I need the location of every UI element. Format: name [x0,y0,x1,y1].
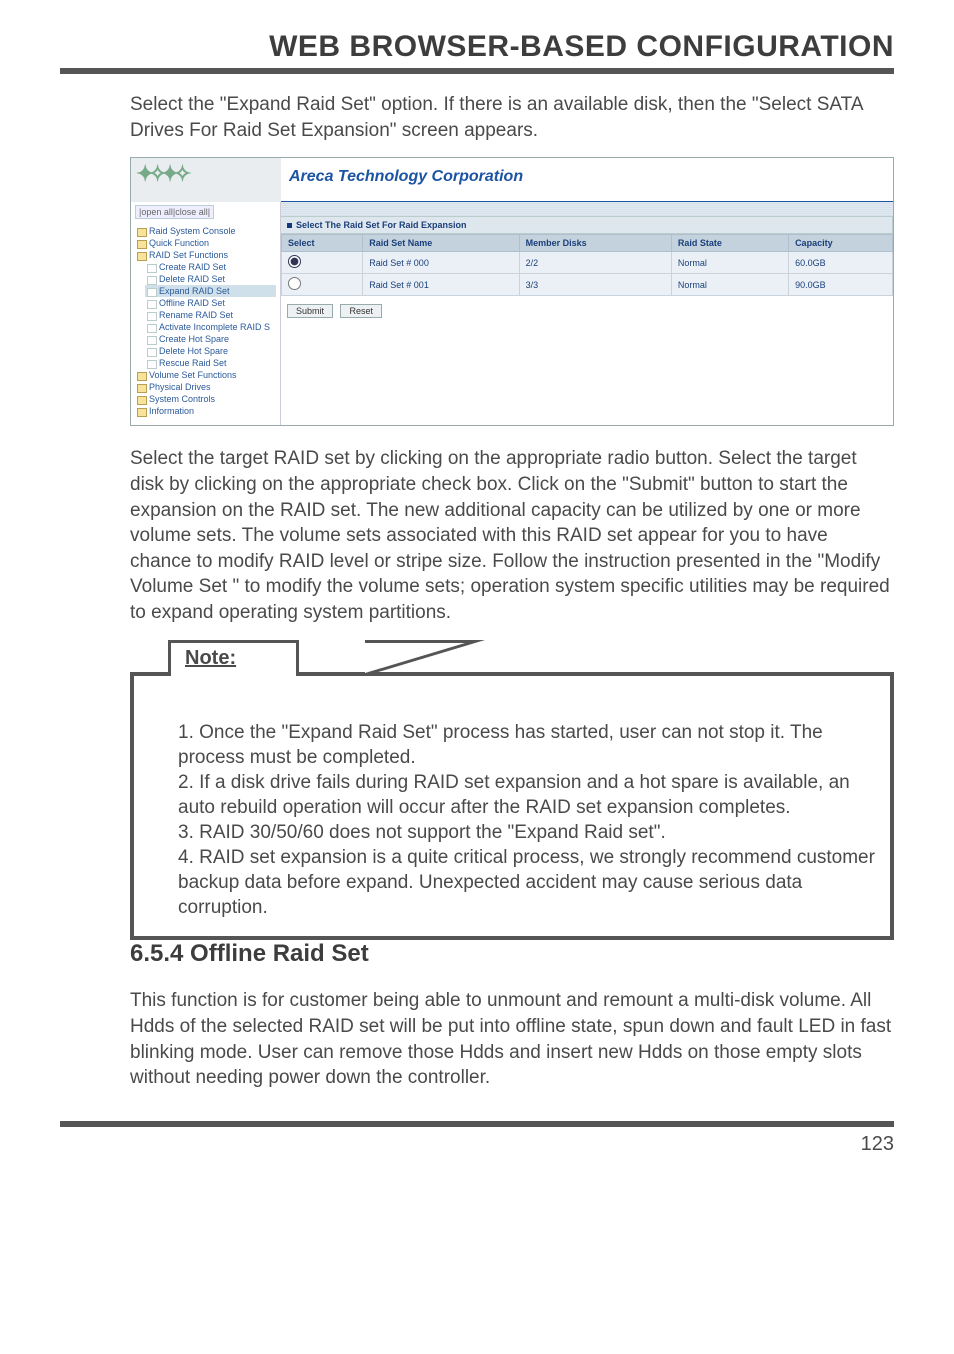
sidebar-item[interactable]: Offline RAID Set [145,297,276,309]
sidebar-item[interactable]: Create Hot Spare [145,333,276,345]
note-line: 1. Once the "Expand Raid Set" process ha… [178,720,876,770]
intro-paragraph: Select the "Expand Raid Set" option. If … [130,92,894,143]
table-cell: Raid Set # 000 [363,252,519,274]
section-heading: 6.5.4 Offline Raid Set [130,940,894,968]
table-cell: 60.0GB [789,252,893,274]
tree-root-label[interactable]: Raid System Console [135,225,276,237]
logo-graphic: ✦✧✦✧ [136,161,186,187]
page-title: WEB BROWSER-BASED CONFIGURATION [60,30,894,64]
header-band [281,202,893,216]
note-label: Note: [168,640,299,676]
sidebar-item[interactable]: Information [135,405,276,417]
sidebar-item[interactable]: Delete Hot Spare [145,345,276,357]
sidebar-item[interactable]: System Controls [135,393,276,405]
note-line: 3. RAID 30/50/60 does not support the "E… [178,820,876,845]
submit-button[interactable]: Submit [287,304,333,318]
table-header: Raid State [671,235,788,252]
table-cell: 2/2 [519,252,671,274]
select-radio[interactable] [288,277,301,290]
table-row: Raid Set # 0013/3Normal90.0GB [282,274,893,296]
table-cell: Normal [671,252,788,274]
table-cell: Normal [671,274,788,296]
sidebar-item[interactable]: Create RAID Set [145,261,276,273]
sidebar-item[interactable]: Physical Drives [135,381,276,393]
table-cell: Raid Set # 001 [363,274,519,296]
top-rule [60,68,894,74]
reset-button[interactable]: Reset [340,304,382,318]
table-header: Member Disks [519,235,671,252]
main-panel: Select The Raid Set For Raid Expansion S… [281,202,893,425]
note-block: Note: 1. Once the "Expand Raid Set" proc… [130,640,894,909]
sidebar-item[interactable]: Activate Incomplete RAID S [145,321,276,333]
note-body: 1. Once the "Expand Raid Set" process ha… [130,672,894,941]
sidebar-item[interactable]: Expand RAID Set [145,285,276,297]
sidebar-item[interactable]: Volume Set Functions [135,369,276,381]
corp-title: Areca Technology Corporation [281,158,893,202]
sidebar-item[interactable]: RAID Set Functions [135,249,276,261]
table-row: Raid Set # 0002/2Normal60.0GB [282,252,893,274]
sidebar-item[interactable]: Delete RAID Set [145,273,276,285]
table-header: Raid Set Name [363,235,519,252]
sidebar: |open all|close all| Raid System Console… [131,202,281,425]
section-paragraph: This function is for customer being able… [130,988,894,1091]
raid-set-table: SelectRaid Set NameMember DisksRaid Stat… [281,234,893,296]
note-line: 2. If a disk drive fails during RAID set… [178,770,876,820]
sidebar-item[interactable]: Quick Function [135,237,276,249]
panel-title: Select The Raid Set For Raid Expansion [281,216,893,234]
tree-expand-collapse[interactable]: |open all|close all| [135,205,214,219]
screenshot-panel: ✦✧✦✧ Areca Technology Corporation |open … [130,157,894,426]
areca-logo: ✦✧✦✧ [131,158,281,202]
after-paragraph: Select the target RAID set by clicking o… [130,446,894,625]
table-cell: 3/3 [519,274,671,296]
sidebar-item[interactable]: Rescue Raid Set [145,357,276,369]
bottom-rule [60,1121,894,1127]
table-header: Capacity [789,235,893,252]
note-triangle-inner [365,643,465,673]
page-number: 123 [60,1133,894,1156]
select-radio[interactable] [288,255,301,268]
table-cell: 90.0GB [789,274,893,296]
table-header: Select [282,235,363,252]
note-line: 4. RAID set expansion is a quite critica… [178,845,876,920]
sidebar-item[interactable]: Rename RAID Set [145,309,276,321]
